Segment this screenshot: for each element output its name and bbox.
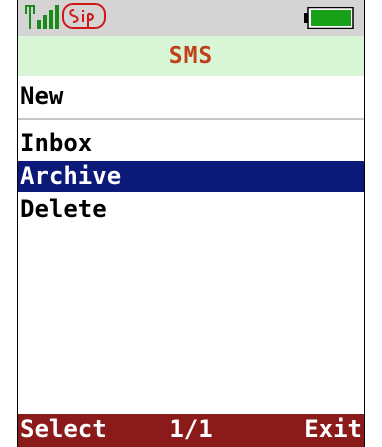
sip-icon: [62, 3, 106, 29]
phone-screen: SMS New Inbox Archive Delete Select 1/1 …: [17, 0, 365, 447]
page-title: SMS: [18, 36, 364, 76]
sms-menu-list: Inbox Archive Delete: [18, 128, 364, 227]
page-indicator: 1/1: [169, 415, 213, 443]
title-text: SMS: [168, 43, 214, 69]
new-message-item[interactable]: New: [18, 76, 364, 120]
exit-softkey[interactable]: Exit: [304, 415, 362, 443]
battery-icon: [304, 7, 354, 29]
menu-item-archive[interactable]: Archive: [18, 161, 364, 192]
signal-strength-icon: [25, 5, 59, 29]
new-message-label: New: [20, 82, 64, 110]
select-softkey[interactable]: Select: [20, 415, 107, 443]
menu-item-inbox[interactable]: Inbox: [18, 128, 364, 159]
softkey-bar: Select 1/1 Exit: [18, 414, 364, 447]
menu-item-delete[interactable]: Delete: [18, 194, 364, 225]
status-bar: [18, 0, 364, 36]
